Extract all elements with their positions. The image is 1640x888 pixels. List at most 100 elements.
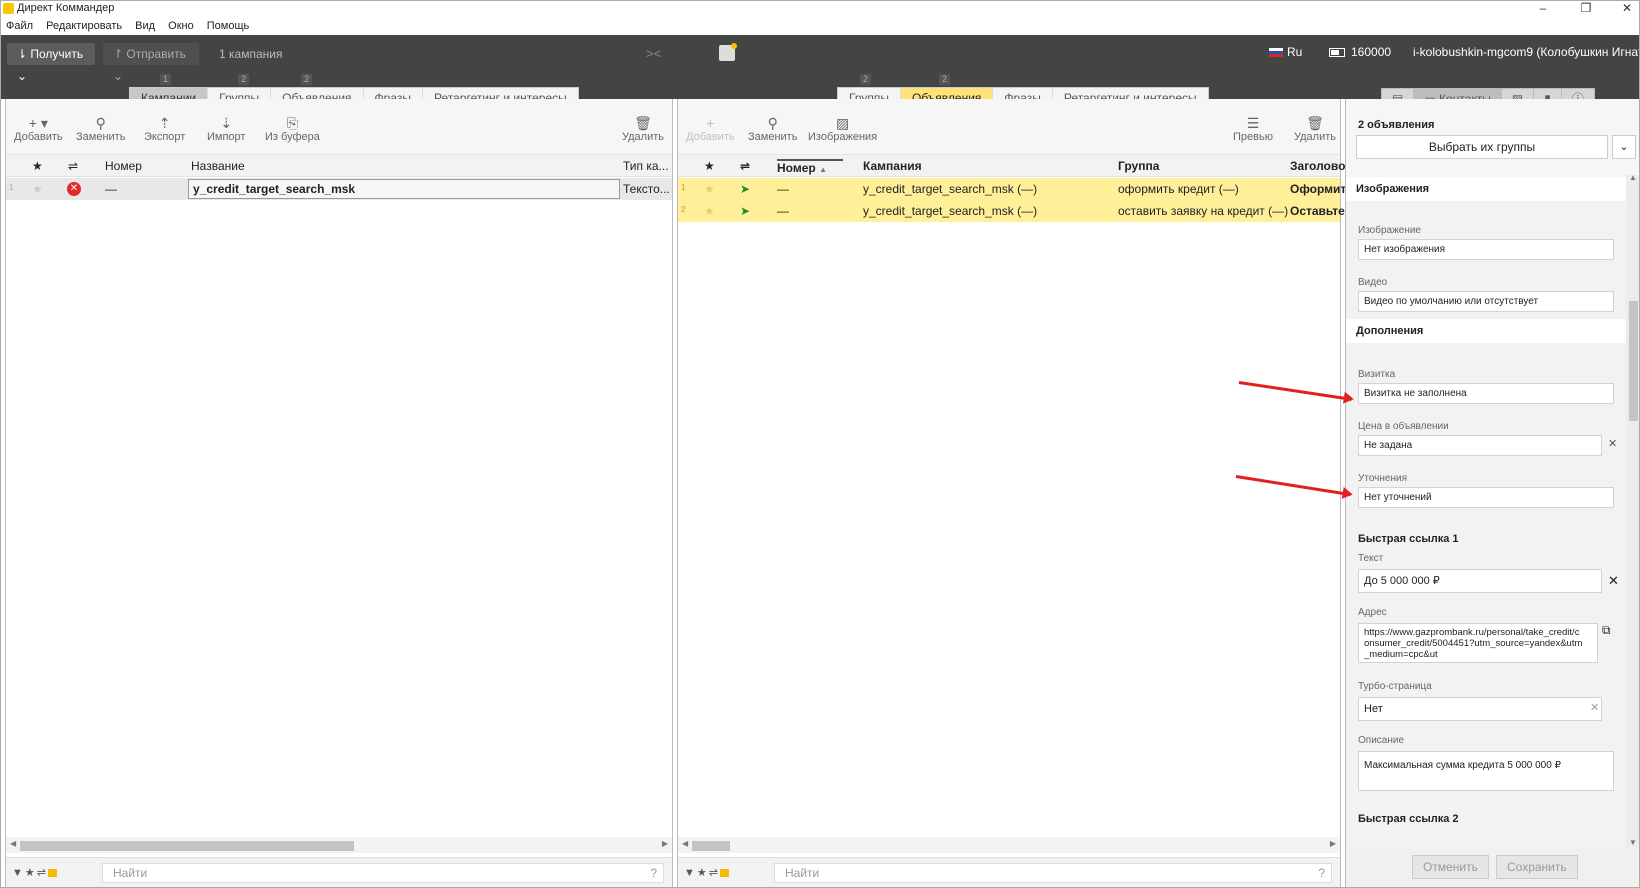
search-input[interactable]: Найти?	[102, 863, 664, 883]
user-account[interactable]: i-kolobushkin-mgcom9 (Колобушкин Игнат)	[1413, 45, 1639, 59]
close-window-button[interactable]: ✕	[1616, 1, 1638, 15]
video-label: Видео	[1358, 277, 1388, 288]
minimize-button[interactable]: –	[1532, 1, 1554, 15]
scroll-left-icon[interactable]: ◀	[10, 839, 16, 848]
group-column-header[interactable]: Группа	[1118, 159, 1159, 173]
replace-button[interactable]: ⚲ Заменить	[76, 115, 125, 143]
menu-window[interactable]: Окно	[163, 18, 199, 34]
scrollbar-thumb[interactable]	[1629, 301, 1638, 421]
ad-title: Оставьте	[1290, 204, 1345, 218]
title-bar: Директ Коммандер – ❐ ✕	[1, 1, 1639, 17]
turbo-page-field[interactable]: Нет	[1358, 697, 1602, 721]
menu-help[interactable]: Помощь	[202, 18, 255, 34]
campaign-column-header[interactable]: Кампания	[863, 159, 922, 173]
type-column-header[interactable]: Тип ка...	[623, 159, 669, 173]
search-input[interactable]: Найти?	[774, 863, 1332, 883]
images-button[interactable]: ▨ Изображения	[808, 115, 877, 143]
preview-icon: ☰	[1246, 115, 1260, 131]
collapse-panels-icon[interactable]: ><	[646, 46, 661, 61]
image-field[interactable]: Нет изображения	[1358, 239, 1614, 260]
scrollbar-thumb[interactable]	[692, 841, 730, 851]
clear-icon[interactable]: ✕	[1590, 701, 1599, 714]
columns-settings-icon[interactable]	[719, 43, 737, 61]
get-button[interactable]: ⇂ Получить ⌄	[7, 43, 95, 83]
ads-table-header: ★ ⇌ Номер ▲ Кампания Группа Заголово	[678, 155, 1345, 177]
video-field[interactable]: Видео по умолчанию или отсутствует	[1358, 291, 1614, 312]
table-row[interactable]: 1 ★ ✕ — y_credit_target_search_msk Текст…	[6, 178, 672, 200]
clear-icon[interactable]: ✕	[1608, 437, 1617, 450]
table-row[interactable]: 2 ★ ➤ — y_credit_target_search_msk (—) о…	[678, 200, 1345, 222]
scroll-right-icon[interactable]: ▶	[1330, 839, 1336, 848]
replace-button[interactable]: ⚲ Заменить	[748, 115, 797, 143]
campaign-count: 1 кампания	[219, 47, 283, 61]
external-link-icon[interactable]: ⧉	[1602, 623, 1611, 638]
delete-button[interactable]: 🗑 Удалить	[622, 115, 664, 143]
images-label: Изображения	[808, 131, 878, 143]
star-column-icon[interactable]: ★	[32, 159, 43, 173]
table-row[interactable]: 1 ★ ➤ — y_credit_target_search_msk (—) о…	[678, 178, 1346, 200]
plus-icon: + ▾	[28, 115, 48, 131]
status-column-icon[interactable]: ⇌	[68, 159, 78, 173]
status-column-icon[interactable]: ⇌	[740, 159, 750, 173]
star-column-icon[interactable]: ★	[704, 159, 715, 173]
campaigns-panel: + ▾ Добавить ⚲ Заменить ⇡ Экспорт ⇣ Импорт ⎘…	[5, 99, 673, 887]
star-icon[interactable]: ★	[32, 182, 43, 196]
star-icon[interactable]: ★	[704, 204, 715, 218]
scroll-down-icon[interactable]: ▼	[1629, 838, 1637, 847]
clear-icon[interactable]: ✕	[1608, 573, 1619, 589]
clarifications-field[interactable]: Нет уточнений	[1358, 487, 1614, 508]
star-icon[interactable]: ★	[704, 182, 715, 196]
tab-badge: 2	[301, 74, 313, 85]
preview-button[interactable]: ☰ Превью	[1233, 115, 1273, 143]
cancel-button[interactable]: Отменить	[1412, 855, 1489, 879]
export-button[interactable]: ⇡ Экспорт	[144, 115, 185, 143]
restore-button[interactable]: ❐	[1575, 1, 1597, 15]
menu-view[interactable]: Вид	[130, 18, 160, 34]
price-field[interactable]: Не задана	[1358, 435, 1602, 456]
description-field[interactable]: Максимальная сумма кредита 5 000 000 ₽	[1358, 751, 1614, 791]
delete-button[interactable]: 🗑 Удалить	[1294, 115, 1336, 143]
menu-bar: Файл Редактировать Вид Окно Помощь	[1, 18, 254, 36]
sitelink-text-field[interactable]: До 5 000 000 ₽	[1358, 569, 1602, 593]
add-button[interactable]: + ▾ Добавить	[14, 115, 63, 143]
image-icon: ▨	[835, 115, 850, 131]
filter-icons[interactable]: ▼★⇌	[684, 866, 729, 879]
menu-edit[interactable]: Редактировать	[41, 18, 127, 34]
horizontal-scrollbar[interactable]: ◀ ▶	[6, 837, 672, 853]
chevron-down-icon[interactable]: ⌄	[1612, 135, 1636, 159]
help-icon[interactable]: ?	[1318, 864, 1325, 882]
scroll-left-icon[interactable]: ◀	[682, 839, 688, 848]
horizontal-scrollbar[interactable]: ◀ ▶	[678, 837, 1340, 853]
menu-file[interactable]: Файл	[1, 18, 38, 34]
title-column-header[interactable]: Заголово	[1290, 159, 1345, 173]
export-label: Экспорт	[144, 131, 186, 143]
clipboard-label: Из буфера	[265, 131, 320, 143]
number-column-header[interactable]: Номер	[105, 159, 142, 173]
delete-label: Удалить	[622, 131, 664, 143]
save-button[interactable]: Сохранить	[1496, 855, 1578, 879]
vcard-field[interactable]: Визитка не заполнена	[1358, 383, 1614, 404]
send-button[interactable]: ↾ Отправить ⌄	[103, 43, 199, 83]
from-clipboard-button[interactable]: ⎘ Из буфера	[265, 115, 320, 143]
filter-icons[interactable]: ▼★⇌	[12, 866, 57, 879]
ad-number: —	[777, 182, 789, 196]
scroll-up-icon[interactable]: ▲	[1629, 173, 1637, 182]
scroll-right-icon[interactable]: ▶	[662, 839, 668, 848]
tab-badge: 2	[860, 74, 872, 85]
name-column-header[interactable]: Название	[191, 159, 245, 173]
sitelink-url-field[interactable]: https://www.gazprombank.ru/personal/take…	[1358, 623, 1598, 663]
ads-panel: + Добавить ⚲ Заменить ▨ Изображения ☰ Превью…	[677, 99, 1346, 887]
vertical-scrollbar[interactable]: ▲ ▼	[1626, 173, 1639, 847]
import-button[interactable]: ⇣ Импорт	[207, 115, 245, 143]
select-groups-button[interactable]: Выбрать их группы	[1356, 135, 1608, 159]
ru-flag-icon	[1269, 48, 1283, 57]
sitelink-2-title: Быстрая ссылка 2	[1358, 813, 1459, 825]
scrollbar-thumb[interactable]	[20, 841, 354, 851]
language-switch[interactable]: Ru	[1269, 45, 1302, 59]
campaign-name-editor[interactable]: y_credit_target_search_msk	[188, 179, 620, 199]
campaign-number: —	[105, 182, 117, 196]
add-button[interactable]: + Добавить	[686, 115, 735, 143]
help-icon[interactable]: ?	[650, 864, 657, 882]
error-status-icon: ✕	[67, 182, 81, 196]
number-column-header[interactable]: Номер ▲	[777, 159, 843, 175]
